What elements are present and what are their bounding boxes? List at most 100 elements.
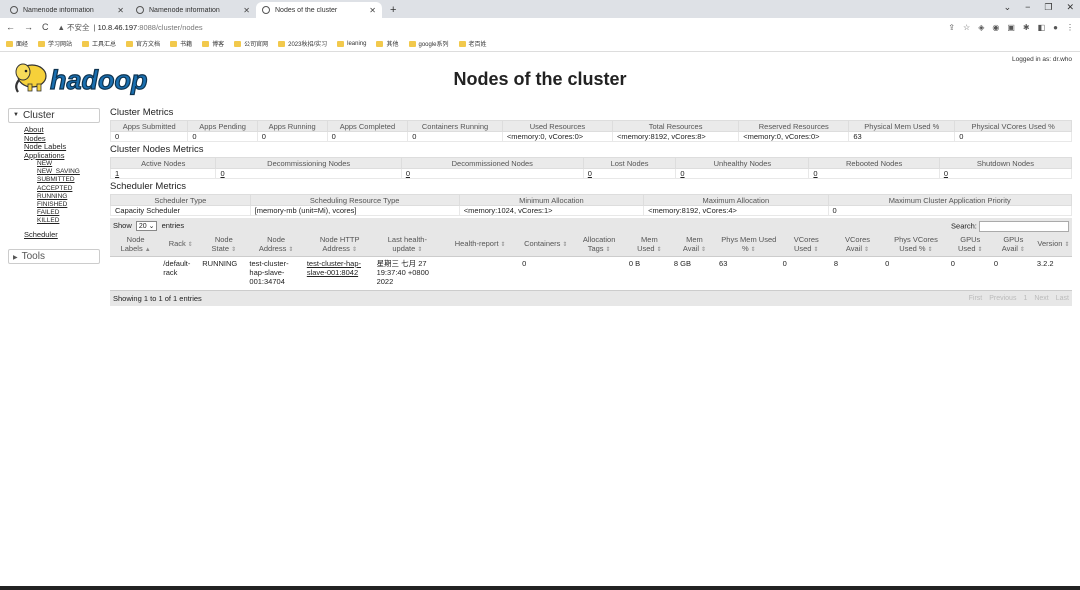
pager-page[interactable]: 1 bbox=[1023, 295, 1027, 302]
bookmark-folder[interactable]: 书籍 bbox=[170, 39, 192, 48]
sortable-column-header[interactable]: Node State ⇕ bbox=[200, 234, 248, 257]
side-nav: ▼ Cluster About Nodes Node Labels Applica… bbox=[8, 108, 100, 265]
sidebar-icon[interactable]: ◧ bbox=[1038, 23, 1046, 32]
sortable-column-header[interactable]: Node HTTP Address ⇕ bbox=[304, 234, 375, 257]
sortable-column-header[interactable]: Allocation Tags ⇕ bbox=[571, 234, 627, 257]
tab-search-icon[interactable]: ⌄ bbox=[1004, 2, 1012, 13]
gpus-avail-cell: 0 bbox=[993, 258, 998, 268]
sortable-column-header[interactable]: Version ⇕ bbox=[1034, 234, 1072, 257]
decommissioning-nodes-link[interactable]: 0 bbox=[215, 168, 402, 179]
bookmark-folder[interactable]: 2023秋招/实习 bbox=[278, 39, 327, 48]
extension-icon[interactable]: ◈ bbox=[978, 23, 984, 32]
bookmark-folder[interactable]: 老百姓 bbox=[458, 39, 487, 48]
node-http-address-link[interactable]: test-cluster-hap-slave-001:8042 bbox=[307, 259, 361, 277]
new-tab-button[interactable]: + bbox=[390, 2, 396, 18]
metric-value: 0 bbox=[326, 131, 409, 142]
vcores-used-cell: 0 bbox=[782, 258, 787, 268]
pager-next[interactable]: Next bbox=[1034, 295, 1048, 302]
sortable-column-header[interactable]: Rack ⇕ bbox=[161, 234, 201, 257]
logged-in-user: Logged in as: dr.who bbox=[1012, 56, 1072, 63]
nav-link-submitted[interactable]: SUBMITTED bbox=[37, 176, 100, 184]
sortable-column-header[interactable]: Mem Used ⇕ bbox=[626, 234, 672, 257]
profile-icon[interactable]: ● bbox=[1053, 23, 1058, 32]
bookmark-star-icon[interactable]: ☆ bbox=[963, 23, 970, 32]
bookmark-label: google系列 bbox=[418, 42, 449, 48]
nav-link-applications[interactable]: Applications bbox=[24, 151, 100, 161]
node-labels-cell bbox=[110, 256, 161, 290]
close-tab-icon[interactable]: ✕ bbox=[243, 6, 250, 15]
main-content: Cluster Metrics Apps Submitted Apps Pend… bbox=[109, 107, 1073, 306]
unhealthy-nodes-link[interactable]: 0 bbox=[675, 168, 810, 179]
close-tab-icon[interactable]: ✕ bbox=[369, 6, 376, 15]
sort-icon: ⇕ bbox=[231, 246, 237, 253]
bookmark-folder[interactable]: 工具汇总 bbox=[82, 39, 116, 48]
nodes-table: Node Labels ▲ Rack ⇕ Node State ⇕ Node Addr… bbox=[110, 234, 1072, 290]
puzzle-icon[interactable]: ✱ bbox=[1023, 23, 1030, 32]
extension-icon[interactable]: ▣ bbox=[1007, 23, 1015, 32]
bookmark-folder[interactable]: google系列 bbox=[408, 39, 449, 48]
bookmark-label: 书籍 bbox=[180, 42, 193, 48]
cluster-menu-header[interactable]: ▼ Cluster bbox=[8, 108, 100, 123]
bookmark-folder[interactable]: 公司官网 bbox=[234, 39, 268, 48]
rebooted-nodes-link[interactable]: 0 bbox=[808, 168, 940, 179]
app-state-links: NEW NEW_SAVING SUBMITTED ACCEPTED RUNNIN… bbox=[24, 160, 100, 226]
nav-link-scheduler[interactable]: Scheduler bbox=[24, 230, 100, 240]
sortable-column-header[interactable]: GPUs Used ⇕ bbox=[948, 234, 992, 257]
sortable-column-header[interactable]: Node Labels ▲ bbox=[110, 234, 162, 257]
bookmark-folder[interactable]: 官方文档 bbox=[126, 39, 160, 48]
bookmark-label: 公司官网 bbox=[244, 42, 269, 48]
browser-tab-3[interactable]: Nodes of the cluster ✕ bbox=[256, 2, 382, 18]
forward-icon[interactable]: → bbox=[24, 22, 33, 32]
metric-value: Capacity Scheduler bbox=[110, 205, 251, 216]
shutdown-nodes-link[interactable]: 0 bbox=[938, 168, 1073, 179]
url-field[interactable]: ▲ 不安全 | 10.8.46.197:8088/cluster/nodes bbox=[58, 20, 940, 34]
header-label: Rack bbox=[168, 239, 186, 249]
bookmark-folder[interactable]: 其他 bbox=[376, 39, 399, 48]
nav-link-finished[interactable]: FINISHED bbox=[37, 201, 100, 209]
close-window-button[interactable]: ✕ bbox=[1066, 2, 1074, 13]
pager-previous[interactable]: Previous bbox=[989, 295, 1016, 302]
search-input[interactable] bbox=[979, 220, 1069, 232]
nav-link-new[interactable]: NEW bbox=[37, 160, 100, 168]
nav-link-running[interactable]: RUNNING bbox=[37, 193, 100, 201]
close-tab-icon[interactable]: ✕ bbox=[117, 6, 124, 15]
sortable-column-header[interactable]: Containers ⇕ bbox=[520, 234, 572, 257]
active-nodes-link[interactable]: 1 bbox=[109, 168, 217, 179]
menu-icon[interactable]: ⋮ bbox=[1066, 23, 1074, 32]
lost-nodes-link[interactable]: 0 bbox=[582, 168, 677, 179]
nav-link-new-saving[interactable]: NEW_SAVING bbox=[37, 168, 100, 176]
reload-icon[interactable]: C bbox=[42, 22, 49, 32]
bookmark-folder[interactable]: 博客 bbox=[202, 39, 224, 48]
sortable-column-header[interactable]: Phys VCores Used % ⇕ bbox=[883, 234, 949, 257]
sortable-column-header[interactable]: VCores Avail ⇕ bbox=[831, 234, 884, 257]
minimize-button[interactable]: − bbox=[1025, 2, 1030, 13]
maximize-button[interactable]: ❐ bbox=[1044, 2, 1052, 13]
sortable-column-header[interactable]: Node Address ⇕ bbox=[247, 234, 305, 257]
back-icon[interactable]: ← bbox=[6, 22, 15, 32]
share-icon[interactable]: ⇪ bbox=[948, 23, 955, 32]
nav-link-killed[interactable]: KILLED bbox=[37, 217, 100, 225]
pager-last[interactable]: Last bbox=[1056, 295, 1069, 302]
bookmark-folder[interactable]: 面经 bbox=[6, 39, 28, 48]
nav-link-failed[interactable]: FAILED bbox=[37, 209, 100, 217]
browser-tab-2[interactable]: Namenode information ✕ bbox=[130, 2, 256, 18]
sortable-column-header[interactable]: Phys Mem Used % ⇕ bbox=[717, 234, 781, 257]
nav-link-accepted[interactable]: ACCEPTED bbox=[37, 185, 100, 193]
column-header: Rebooted Nodes bbox=[808, 157, 940, 169]
bookmark-folder[interactable]: 学习网站 bbox=[38, 39, 72, 48]
sortable-column-header[interactable]: Health-report ⇕ bbox=[440, 234, 521, 257]
insecure-warning[interactable]: ▲ 不安全 bbox=[58, 22, 90, 33]
sortable-column-header[interactable]: VCores Used ⇕ bbox=[780, 234, 832, 257]
entries-select[interactable]: 20 ⌄ bbox=[135, 221, 158, 231]
sortable-column-header[interactable]: Last health-update ⇕ bbox=[374, 234, 441, 257]
sort-icon: ⇕ bbox=[977, 246, 983, 253]
sortable-column-header[interactable]: GPUs Avail ⇕ bbox=[991, 234, 1035, 257]
extension-icon[interactable]: ◉ bbox=[992, 23, 999, 32]
decommissioned-nodes-link[interactable]: 0 bbox=[400, 168, 584, 179]
browser-tab-1[interactable]: Namenode information ✕ bbox=[4, 2, 130, 18]
sortable-column-header[interactable]: Mem Avail ⇕ bbox=[671, 234, 718, 257]
bookmark-folder[interactable]: leaning bbox=[337, 40, 366, 47]
table-controls: Show 20 ⌄ entries Search: bbox=[110, 218, 1072, 234]
pager-first[interactable]: First bbox=[969, 295, 983, 302]
tools-menu-header[interactable]: ▶ Tools bbox=[8, 249, 100, 265]
